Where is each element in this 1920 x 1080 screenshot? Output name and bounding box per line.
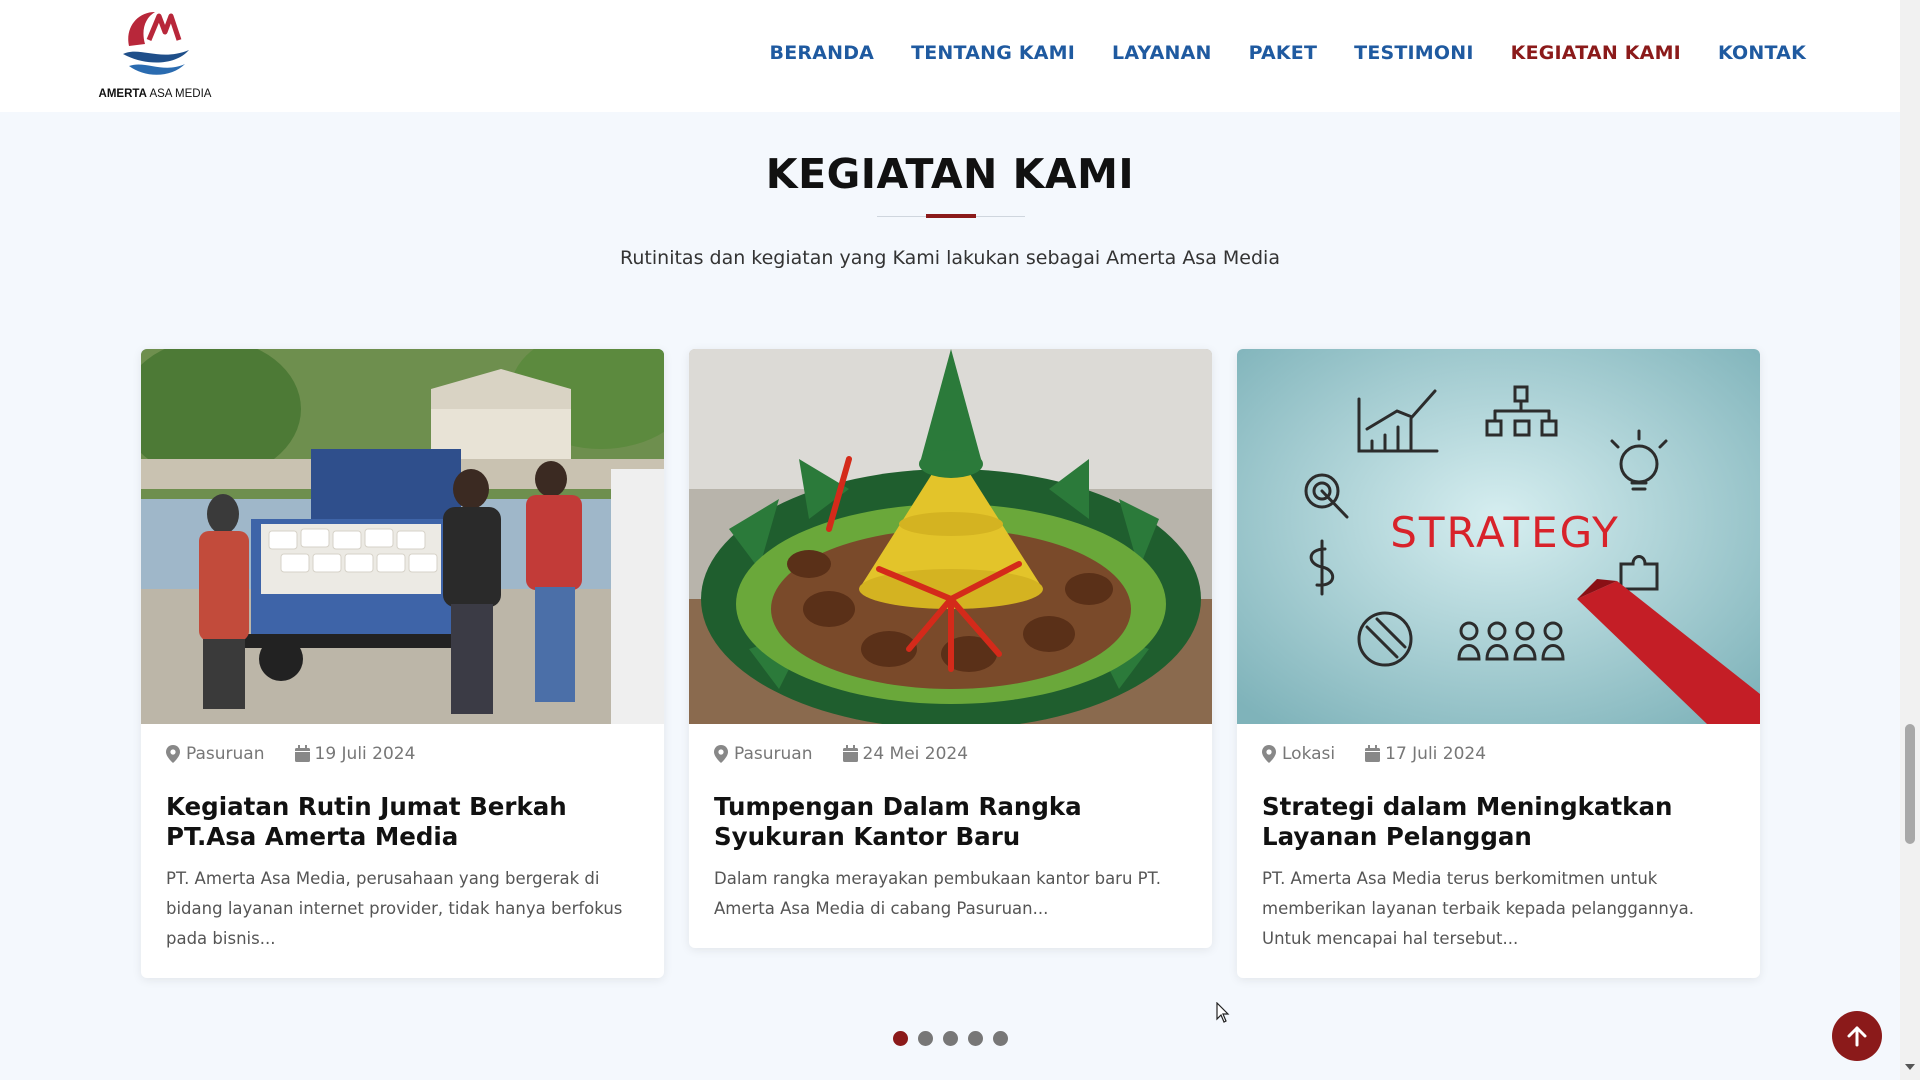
nav-tentang-kami[interactable]: TENTANG KAMI (911, 42, 1075, 64)
activity-card[interactable]: Pasuruan 19 Juli 2024 Kegiatan Rutin Jum… (141, 349, 664, 978)
card-date: 19 Juli 2024 (314, 744, 416, 764)
carousel-pagination (893, 1031, 1008, 1046)
card-excerpt: PT. Amerta Asa Media terus berkomitmen u… (1262, 869, 1694, 948)
section-subtitle: Rutinitas dan kegiatan yang Kami lakukan… (620, 247, 1280, 269)
nav-kegiatan-kami[interactable]: KEGIATAN KAMI (1511, 42, 1681, 64)
card-date: 17 Juli 2024 (1385, 744, 1487, 764)
map-pin-icon (1262, 745, 1276, 763)
card-title[interactable]: Kegiatan Rutin Jumat Berkah PT.Asa Amerta… (166, 792, 639, 852)
title-divider-accent (926, 214, 976, 218)
card-body: Pasuruan 24 Mei 2024 Tumpengan Dalam Ran… (689, 724, 1212, 948)
carousel-dot-3[interactable] (943, 1031, 958, 1046)
page-scrollbar[interactable] (1900, 0, 1920, 1080)
tumpeng-photo-icon[interactable] (689, 349, 1212, 724)
carousel-dot-5[interactable] (993, 1031, 1008, 1046)
calendar-icon (842, 745, 858, 763)
card-excerpt: PT. Amerta Asa Media, perusahaan yang be… (166, 869, 623, 948)
card-body: Lokasi 17 Juli 2024 Strategi dalam Menin… (1237, 724, 1760, 978)
card-location: Pasuruan (186, 744, 265, 764)
card-meta: Pasuruan 19 Juli 2024 (166, 742, 639, 766)
nav-layanan[interactable]: LAYANAN (1112, 42, 1212, 64)
calendar-icon (294, 745, 310, 763)
arrow-up-icon (1847, 1026, 1867, 1047)
strategy-photo-icon[interactable]: STRATEGY (1237, 349, 1760, 724)
scrollbar-thumb[interactable] (1905, 724, 1915, 844)
card-meta: Lokasi 17 Juli 2024 (1262, 742, 1735, 766)
nav-kontak[interactable]: KONTAK (1718, 42, 1806, 64)
card-location: Lokasi (1282, 744, 1336, 764)
card-location: Pasuruan (734, 744, 813, 764)
main-nav: BERANDA TENTANG KAMI LAYANAN PAKET TESTI… (770, 42, 1806, 64)
carousel-dot-4[interactable] (968, 1031, 983, 1046)
card-excerpt: Dalam rangka merayakan pembukaan kantor … (714, 869, 1161, 918)
logo-mark-icon (123, 12, 189, 75)
logo-text: AMERTA ASA MEDIA (98, 88, 212, 100)
section-title: KEGIATAN KAMI (765, 150, 1135, 198)
map-pin-icon (714, 745, 728, 763)
charity-photo-icon[interactable] (141, 349, 664, 724)
card-meta: Pasuruan 24 Mei 2024 (714, 742, 1187, 766)
card-body: Pasuruan 19 Juli 2024 Kegiatan Rutin Jum… (141, 724, 664, 978)
activity-card[interactable]: STRATEGY Lokasi 17 Juli 2024 Strategi da… (1237, 349, 1760, 978)
map-pin-icon (166, 745, 180, 763)
carousel-dot-2[interactable] (918, 1031, 933, 1046)
card-date: 24 Mei 2024 (862, 744, 969, 764)
card-title[interactable]: Tumpengan Dalam Rangka Syukuran Kantor Ba… (714, 792, 1187, 852)
site-header: AMERTA ASA MEDIA BERANDA TENTANG KAMI LA… (0, 0, 1900, 112)
mouse-cursor-icon (1216, 1002, 1230, 1023)
card-title[interactable]: Strategi dalam Meningkatkan Layanan Pelan… (1262, 792, 1735, 852)
strategy-word: STRATEGY (1390, 508, 1620, 557)
scroll-down-arrow-icon[interactable] (1905, 1064, 1915, 1070)
brand-logo[interactable]: AMERTA ASA MEDIA (95, 6, 215, 106)
calendar-icon (1365, 745, 1381, 763)
activity-card[interactable]: Pasuruan 24 Mei 2024 Tumpengan Dalam Ran… (689, 349, 1212, 948)
carousel-dot-1[interactable] (893, 1031, 908, 1046)
nav-paket[interactable]: PAKET (1249, 42, 1318, 64)
nav-testimoni[interactable]: TESTIMONI (1354, 42, 1473, 64)
nav-beranda[interactable]: BERANDA (770, 42, 875, 64)
back-to-top-button[interactable] (1832, 1011, 1882, 1061)
